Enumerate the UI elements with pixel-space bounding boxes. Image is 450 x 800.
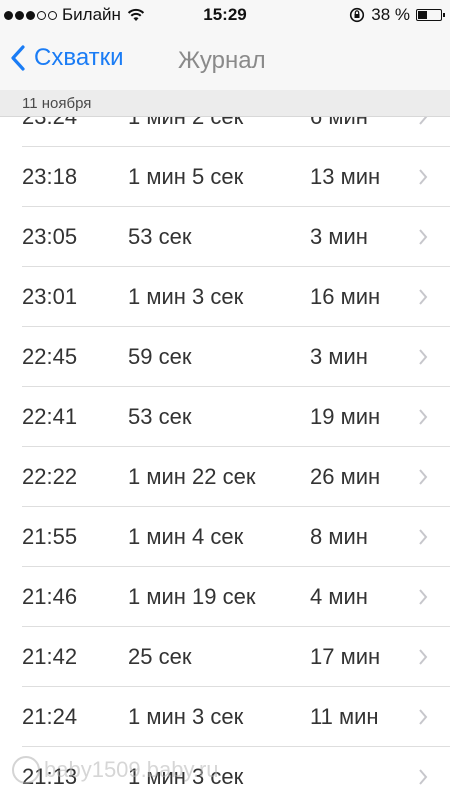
status-right: 38 % — [349, 5, 445, 25]
list-item[interactable]: 22:22 1 мин 22 сек 26 мин — [22, 447, 450, 507]
chevron-right-icon — [419, 529, 428, 545]
row-duration: 1 мин 3 сек — [128, 284, 244, 309]
chevron-right-icon — [419, 117, 428, 125]
list-item[interactable]: 23:05 53 сек 3 мин — [22, 207, 450, 267]
list-item[interactable]: 21:55 1 мин 4 сек 8 мин — [22, 507, 450, 567]
row-duration: 1 мин 22 сек — [128, 464, 256, 489]
row-duration: 25 сек — [128, 644, 192, 669]
row-time: 23:18 — [22, 164, 78, 189]
chevron-right-icon — [419, 349, 428, 365]
row-interval: 16 мин — [310, 284, 381, 309]
row-interval: 26 мин — [310, 464, 381, 489]
row-time: 22:45 — [22, 344, 78, 369]
row-interval: 19 мин — [310, 404, 381, 429]
row-duration: 1 мин 4 сек — [128, 524, 244, 549]
row-duration: 59 сек — [128, 344, 192, 369]
chevron-right-icon — [419, 289, 428, 305]
row-time: 21:55 — [22, 524, 78, 549]
watermark-text: baby1509.baby.ru — [44, 757, 219, 782]
chevron-right-icon — [419, 709, 428, 725]
list-item[interactable]: 22:41 53 сек 19 мин — [22, 387, 450, 447]
row-time: 22:22 — [22, 464, 78, 489]
chevron-right-icon — [419, 589, 428, 605]
row-time: 23:05 — [22, 224, 78, 249]
page-title: Журнал — [178, 47, 266, 74]
chevron-right-icon — [419, 169, 428, 185]
row-duration: 1 мин 2 сек — [128, 117, 243, 130]
list-item[interactable]: 23:24 1 мин 2 сек 6 мин — [22, 117, 450, 147]
row-interval: 8 мин — [310, 524, 368, 549]
row-time: 21:46 — [22, 584, 78, 609]
row-interval: 17 мин — [310, 644, 381, 669]
list-item[interactable]: 21:42 25 сек 17 мин — [22, 627, 450, 687]
section-date: 11 ноября — [22, 95, 92, 112]
back-button-label: Схватки — [34, 44, 124, 71]
row-interval: 6 мин — [310, 117, 368, 130]
chevron-left-icon — [11, 45, 25, 71]
watermark-logo-icon — [12, 756, 40, 784]
back-button[interactable]: Схватки — [10, 44, 124, 72]
row-interval: 3 мин — [310, 344, 368, 369]
row-duration: 1 мин 3 сек — [128, 704, 244, 729]
row-interval: 11 мин — [310, 704, 379, 729]
contractions-list[interactable]: 23:24 1 мин 2 сек 6 мин 23:18 1 мин 5 сек 13 … — [0, 117, 450, 800]
list-item[interactable]: 23:18 1 мин 5 сек 13 мин — [22, 147, 450, 207]
row-interval: 4 мин — [310, 584, 368, 609]
rotation-lock-icon — [350, 7, 365, 23]
row-interval: 3 мин — [310, 224, 368, 249]
row-duration: 1 мин 5 сек — [128, 164, 244, 189]
row-interval: 13 мин — [310, 164, 381, 189]
list-item[interactable]: 21:46 1 мин 19 сек 4 мин — [22, 567, 450, 627]
row-time: 21:42 — [22, 644, 78, 669]
status-bar: Билайн 15:29 38 % — [0, 0, 450, 30]
watermark: baby1509.baby.ru — [12, 756, 219, 784]
list-item[interactable]: 21:24 1 мин 3 сек 11 мин — [22, 687, 450, 747]
row-time: 23:24 — [22, 117, 77, 130]
chevron-right-icon — [419, 469, 428, 485]
row-duration: 53 сек — [128, 224, 192, 249]
row-duration: 1 мин 19 сек — [128, 584, 256, 609]
row-time: 23:01 — [22, 284, 78, 309]
chevron-right-icon — [419, 649, 428, 665]
chevron-right-icon — [419, 229, 428, 245]
row-duration: 53 сек — [128, 404, 192, 429]
section-header: 11 ноября — [0, 90, 450, 117]
navigation-bar: Схватки Журнал — [0, 30, 450, 90]
row-time: 21:24 — [22, 704, 78, 729]
contractions-list-content: 23:24 1 мин 2 сек 6 мин 23:18 1 мин 5 сек 13 … — [0, 117, 450, 800]
row-time: 22:41 — [22, 404, 78, 429]
list-item[interactable]: 23:01 1 мин 3 сек 16 мин — [22, 267, 450, 327]
battery-icon — [416, 9, 445, 21]
list-item[interactable]: 22:45 59 сек 3 мин — [22, 327, 450, 387]
chevron-right-icon — [419, 409, 428, 425]
battery-percent: 38 % — [371, 5, 410, 24]
chevron-right-icon — [419, 769, 428, 785]
